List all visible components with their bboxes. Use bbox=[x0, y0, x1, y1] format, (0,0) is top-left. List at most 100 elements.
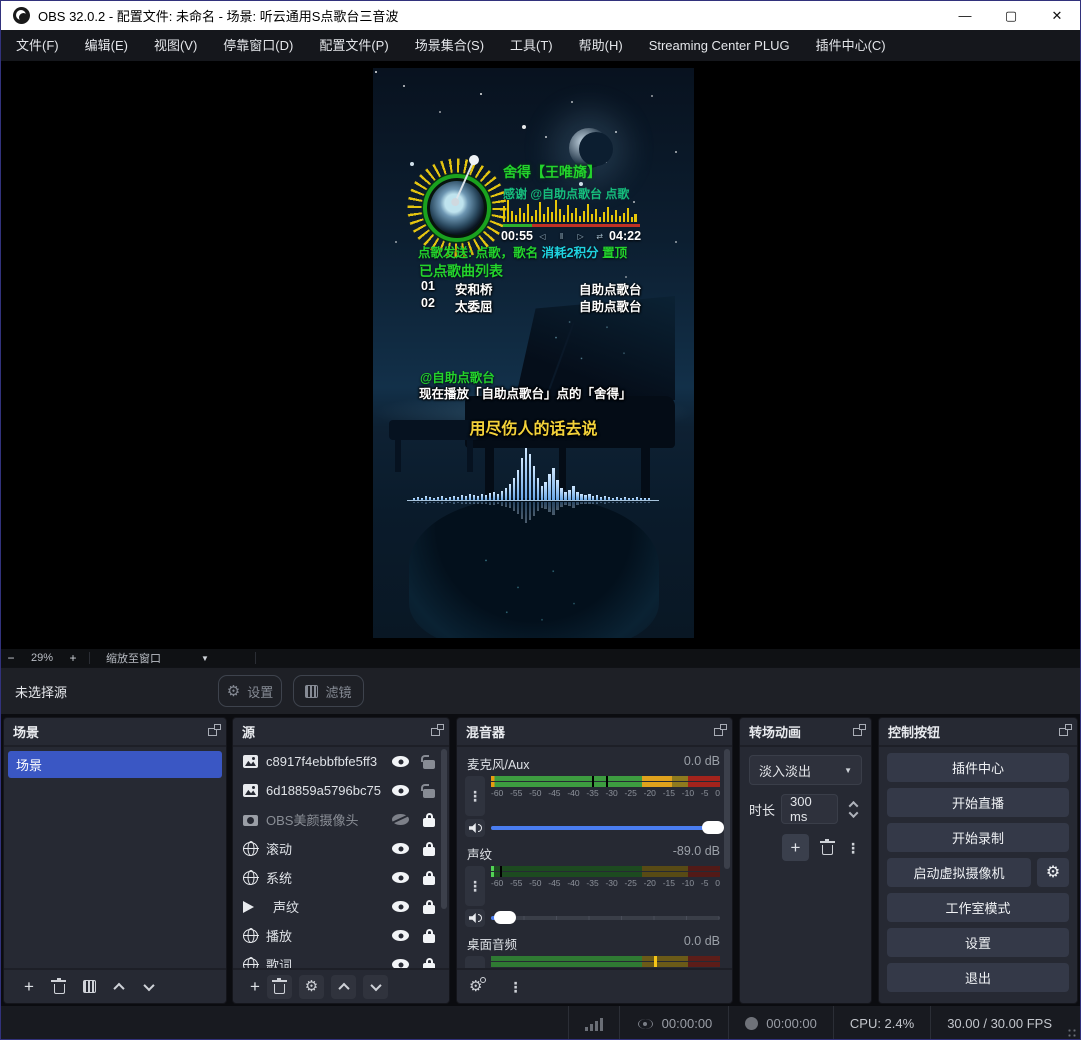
browser-source-icon bbox=[243, 929, 258, 943]
move-scene-up-button[interactable] bbox=[104, 975, 134, 999]
popout-icon[interactable] bbox=[1059, 728, 1068, 736]
source-row[interactable]: 歌词 bbox=[233, 950, 449, 970]
eye-icon[interactable] bbox=[392, 930, 409, 941]
source-row[interactable]: c8917f4ebbfbfe5ff3 bbox=[233, 747, 449, 776]
menu-view[interactable]: 视图(V) bbox=[141, 30, 210, 61]
blue-spectrum bbox=[413, 446, 653, 500]
song-name: 太委屈 bbox=[455, 296, 579, 315]
eye-icon[interactable] bbox=[392, 901, 409, 912]
source-label: 6d18859a5796bc75 bbox=[266, 783, 384, 798]
channel-db-value: 0.0 dB bbox=[684, 754, 720, 773]
channel-menu-button[interactable]: ⋮ bbox=[465, 776, 485, 816]
popout-icon[interactable] bbox=[853, 728, 862, 736]
duration-decrease-button[interactable] bbox=[848, 808, 858, 818]
chevron-down-icon[interactable]: ▼ bbox=[171, 654, 249, 663]
lock-icon[interactable] bbox=[423, 876, 435, 885]
menu-docks[interactable]: 停靠窗口(D) bbox=[210, 30, 306, 61]
add-scene-button[interactable]: + bbox=[14, 975, 44, 999]
speaker-mute-button[interactable] bbox=[465, 909, 485, 927]
lock-icon[interactable] bbox=[423, 934, 435, 943]
virtual-camera-config-button[interactable]: ⚙ bbox=[1037, 858, 1069, 887]
source-properties-button[interactable]: ⚙ 设置 bbox=[218, 675, 282, 707]
popout-icon[interactable] bbox=[714, 728, 723, 736]
source-label: 声纹 bbox=[273, 897, 384, 916]
move-source-down-button[interactable] bbox=[363, 975, 388, 999]
sources-scrollbar[interactable] bbox=[441, 749, 447, 909]
menu-streaming-center[interactable]: Streaming Center PLUG bbox=[636, 30, 803, 61]
studio-mode-button[interactable]: 工作室模式 bbox=[887, 893, 1069, 922]
menu-help[interactable]: 帮助(H) bbox=[566, 30, 636, 61]
remove-transition-button[interactable] bbox=[822, 845, 833, 855]
popout-icon[interactable] bbox=[431, 728, 440, 736]
no-source-label: 未选择源 bbox=[15, 682, 67, 701]
minimize-button[interactable]: — bbox=[942, 1, 988, 30]
move-source-up-button[interactable] bbox=[331, 975, 356, 999]
transition-menu-button[interactable]: ⋮ bbox=[846, 841, 860, 855]
exit-button[interactable]: 退出 bbox=[887, 963, 1069, 992]
eye-icon[interactable] bbox=[392, 756, 409, 767]
obs-window: OBS 32.0.2 - 配置文件: 未命名 - 场景: 听云通用S点歌台三音波… bbox=[0, 0, 1081, 1040]
add-transition-button[interactable]: + bbox=[782, 834, 809, 861]
source-row[interactable]: 声纹 bbox=[233, 892, 449, 921]
menu-tools[interactable]: 工具(T) bbox=[497, 30, 566, 61]
remove-scene-button[interactable] bbox=[44, 975, 74, 999]
mixer-scrollbar[interactable] bbox=[724, 749, 730, 869]
image-source-icon bbox=[243, 784, 258, 797]
maximize-button[interactable]: ▢ bbox=[988, 1, 1034, 30]
lock-icon[interactable] bbox=[423, 789, 435, 798]
preview-canvas[interactable]: 舍得【王唯旖】 感谢 @自助点歌台 点歌 00:55 ◁ ‖ ▷ ⇄ 04:22… bbox=[1, 61, 1080, 649]
start-streaming-button[interactable]: 开始直播 bbox=[887, 788, 1069, 817]
source-filters-button[interactable]: 滤镜 bbox=[293, 675, 364, 707]
eye-icon[interactable] bbox=[392, 843, 409, 854]
song-number: 02 bbox=[421, 296, 455, 315]
channel-menu-button[interactable]: ⋮ bbox=[465, 866, 485, 906]
fit-mode-dropdown[interactable]: 缩放至窗口 bbox=[96, 650, 171, 666]
settings-button[interactable]: 设置 bbox=[887, 928, 1069, 957]
zoom-out-button[interactable]: − bbox=[1, 651, 21, 665]
slider-handle[interactable] bbox=[494, 911, 516, 924]
scene-filters-button[interactable] bbox=[74, 975, 104, 999]
start-virtual-camera-button[interactable]: 启动虚拟摄像机 bbox=[887, 858, 1031, 887]
menu-scene-collection[interactable]: 场景集合(S) bbox=[402, 30, 497, 61]
controls-body: 插件中心 开始直播 开始录制 启动虚拟摄像机 ⚙ 工作室模式 设置 退出 bbox=[879, 747, 1077, 998]
menu-file[interactable]: 文件(F) bbox=[3, 30, 72, 61]
add-source-button[interactable]: + bbox=[243, 975, 267, 999]
source-row[interactable]: 系统 bbox=[233, 863, 449, 892]
slider-handle[interactable] bbox=[702, 821, 724, 834]
move-scene-down-button[interactable] bbox=[134, 975, 164, 999]
advanced-audio-icon[interactable]: ⚙ bbox=[469, 979, 482, 994]
source-properties-button[interactable]: ⚙ bbox=[299, 975, 324, 999]
eye-icon[interactable] bbox=[392, 785, 409, 796]
lock-icon[interactable] bbox=[423, 818, 435, 827]
lyric-line: 用尽伤人的话去说 bbox=[373, 415, 694, 439]
cpu-value: CPU: 2.4% bbox=[850, 1016, 914, 1031]
close-button[interactable]: ✕ bbox=[1034, 1, 1080, 30]
speaker-mute-button[interactable] bbox=[465, 819, 485, 837]
lock-icon[interactable] bbox=[423, 905, 435, 914]
source-row[interactable]: 滚动 bbox=[233, 834, 449, 863]
popout-icon[interactable] bbox=[208, 728, 217, 736]
resize-grip[interactable] bbox=[1067, 1028, 1077, 1038]
plugin-center-button[interactable]: 插件中心 bbox=[887, 753, 1069, 782]
source-row[interactable]: 播放 bbox=[233, 921, 449, 950]
title-bar: OBS 32.0.2 - 配置文件: 未命名 - 场景: 听云通用S点歌台三音波… bbox=[1, 1, 1080, 30]
eye-icon[interactable] bbox=[392, 872, 409, 883]
scene-list-item-selected[interactable]: 场景 bbox=[8, 751, 222, 778]
volume-slider[interactable] bbox=[491, 821, 720, 835]
volume-slider[interactable] bbox=[491, 911, 720, 925]
remove-source-button[interactable] bbox=[267, 975, 292, 999]
zoom-in-button[interactable]: + bbox=[63, 651, 83, 665]
lock-icon[interactable] bbox=[423, 847, 435, 856]
controls-title: 控制按钮 bbox=[888, 722, 940, 741]
start-recording-button[interactable]: 开始录制 bbox=[887, 823, 1069, 852]
duration-input[interactable]: 300 ms bbox=[781, 794, 838, 824]
eye-off-icon[interactable] bbox=[392, 814, 409, 825]
transition-select[interactable]: 淡入淡出 ▼ bbox=[749, 755, 862, 785]
source-row[interactable]: 6d18859a5796bc75 bbox=[233, 776, 449, 805]
lock-icon[interactable] bbox=[423, 760, 435, 769]
source-row[interactable]: OBS美颜摄像头 bbox=[233, 805, 449, 834]
menu-profile[interactable]: 配置文件(P) bbox=[306, 30, 401, 61]
menu-edit[interactable]: 编辑(E) bbox=[72, 30, 141, 61]
menu-plugin-center[interactable]: 插件中心(C) bbox=[803, 30, 899, 61]
mixer-menu-icon[interactable]: ⋮ bbox=[508, 980, 522, 994]
